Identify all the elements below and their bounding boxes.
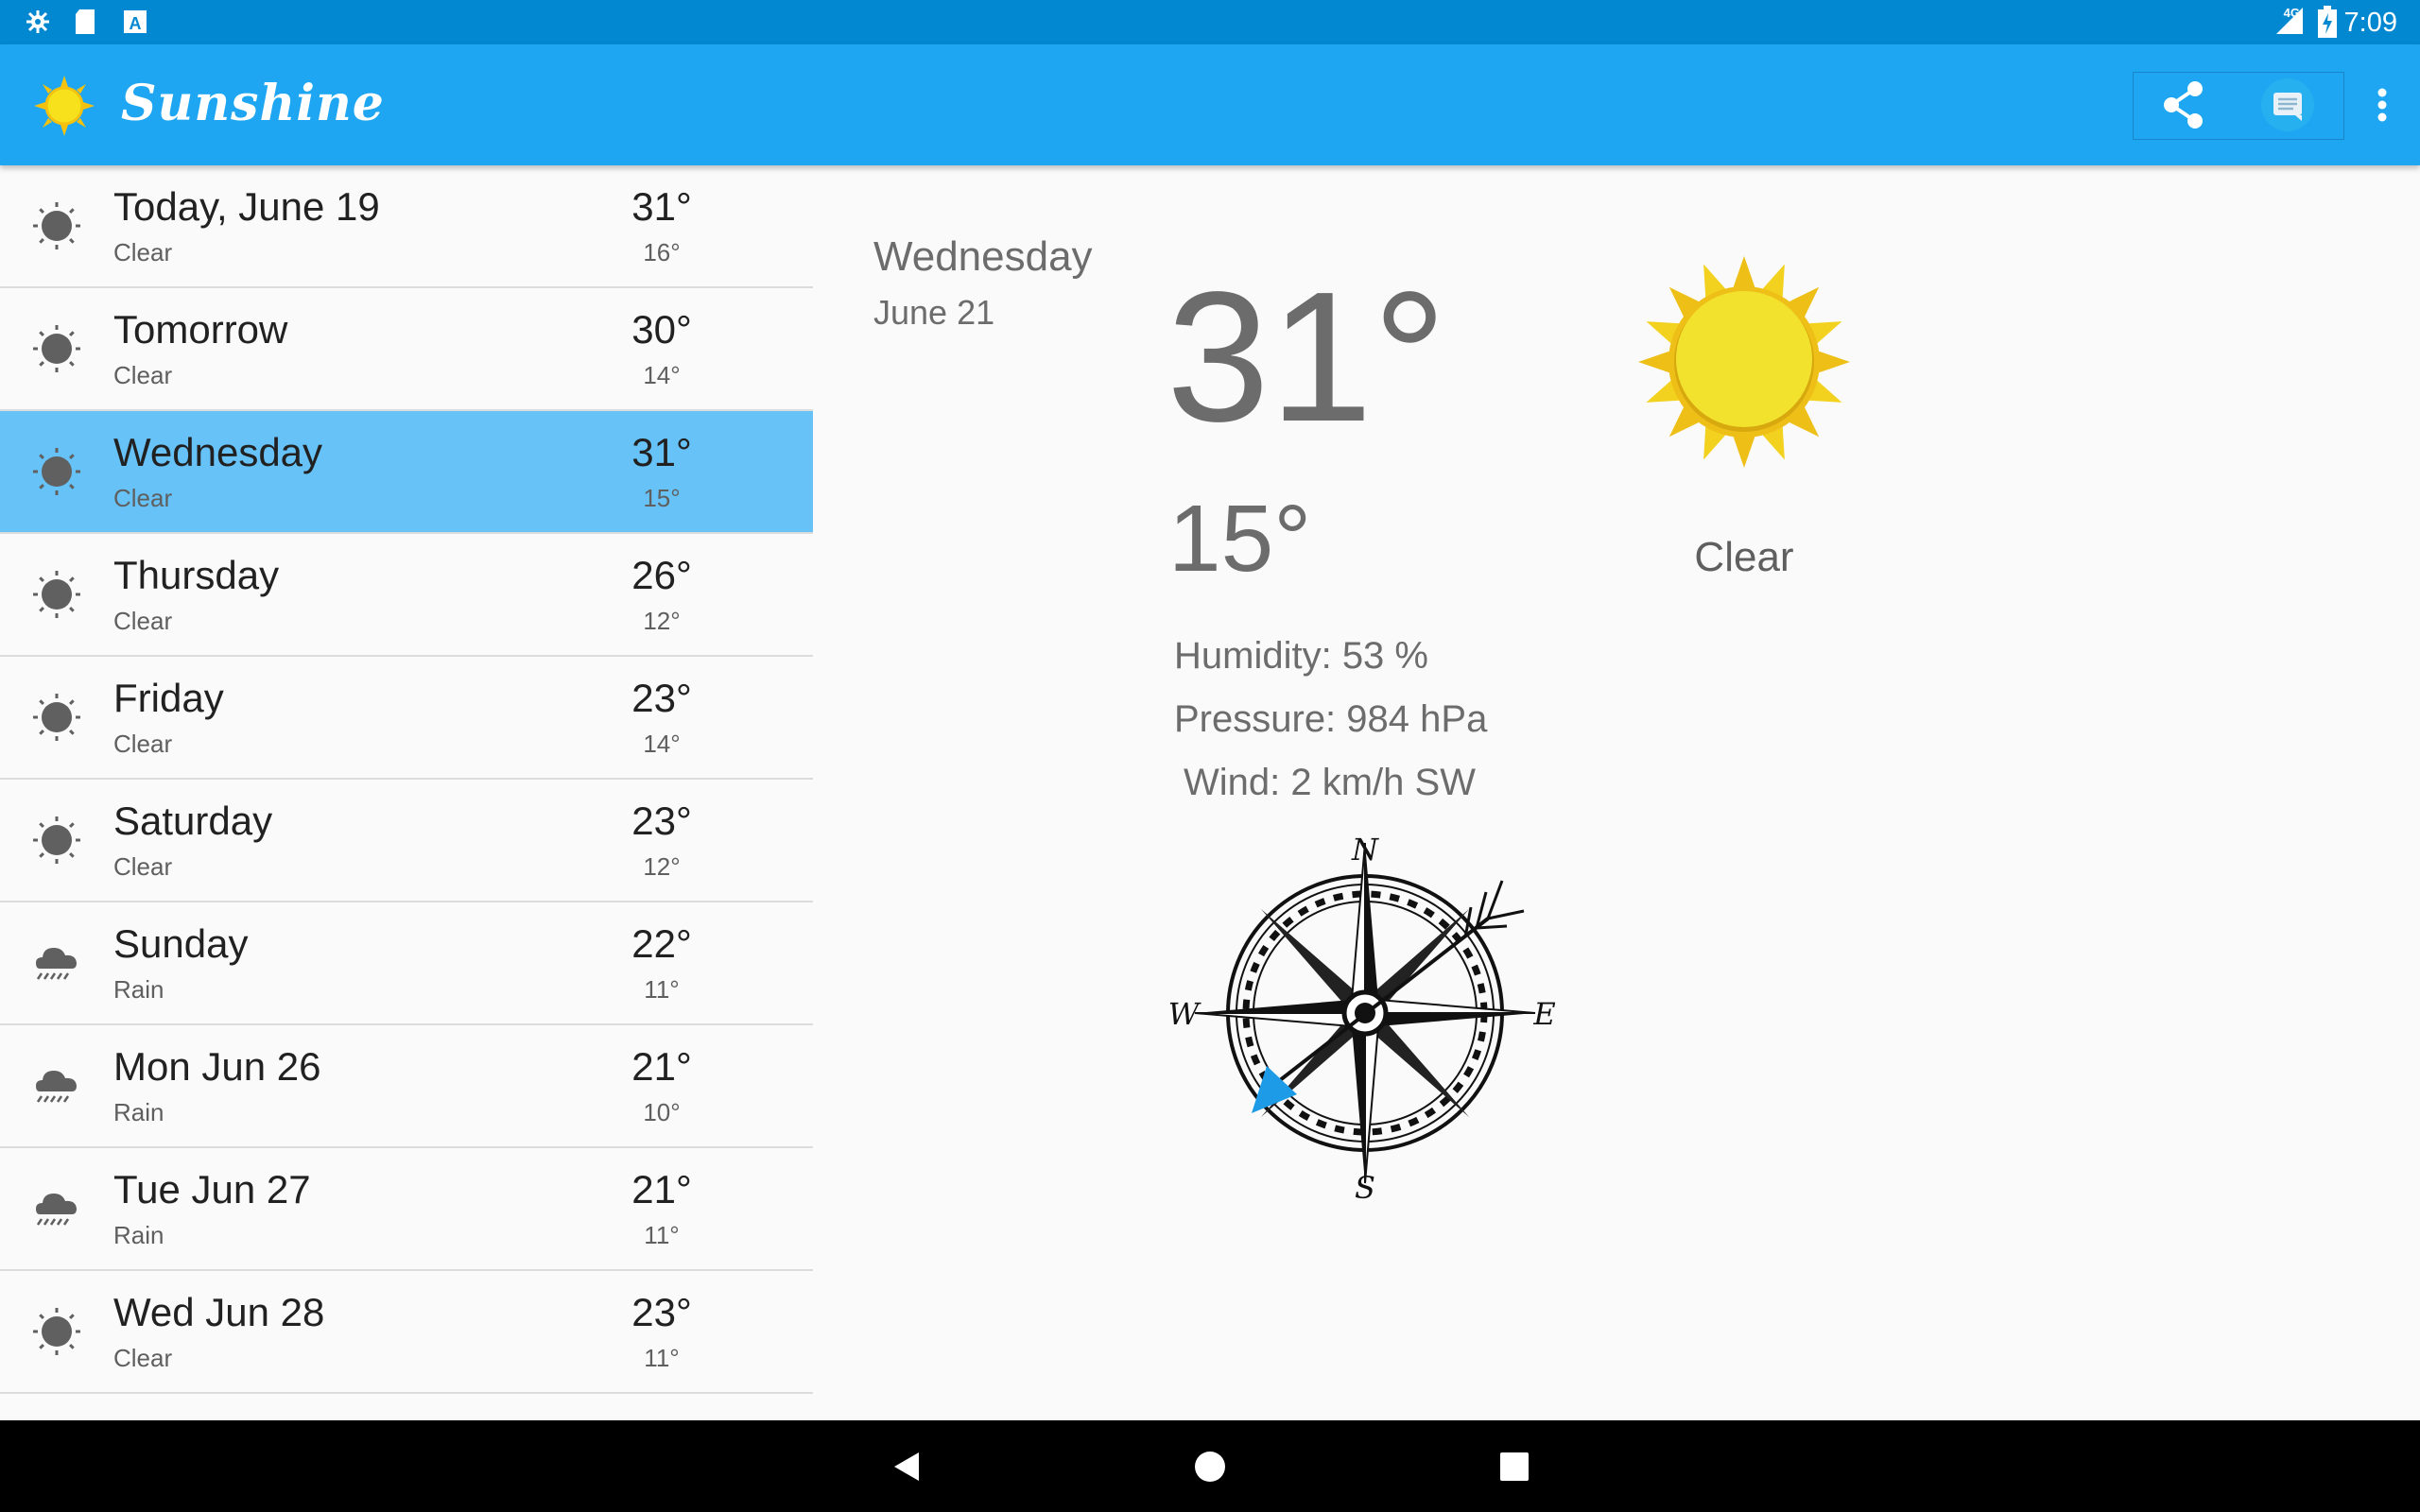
clear-icon [33, 448, 80, 495]
forecast-list[interactable]: Today, June 19 Clear 31° 16° Tomorrow Cl… [0, 165, 813, 1420]
compass-west: W [1168, 996, 1202, 1032]
forecast-low: 14° [643, 730, 681, 758]
forecast-low: 11° [644, 975, 680, 1004]
forecast-high: 23° [631, 676, 692, 720]
forecast-item[interactable]: Friday Clear 23° 14° [0, 657, 813, 780]
app-title: Sunshine [121, 75, 385, 132]
forecast-high: 23° [631, 799, 692, 843]
forecast-day: Thursday [113, 553, 280, 597]
sd-card-icon [76, 9, 95, 34]
forecast-day: Wed Jun 28 [113, 1290, 325, 1334]
forecast-item[interactable]: Tomorrow Clear 30° 14° [0, 288, 813, 411]
forecast-day: Tue Jun 27 [113, 1167, 311, 1211]
detail-date: June 21 [873, 293, 995, 332]
forecast-high: 31° [631, 430, 692, 474]
forecast-item[interactable]: Thursday Clear 26° 12° [0, 534, 813, 657]
forecast-condition: Clear [113, 484, 173, 512]
rain-icon [36, 948, 77, 980]
forecast-low: 12° [643, 852, 681, 881]
forecast-low: 12° [643, 607, 681, 635]
forecast-item[interactable]: Today, June 19 Clear 31° 16° [0, 165, 813, 288]
forecast-condition: Rain [113, 975, 164, 1004]
share-icon[interactable] [2155, 77, 2212, 133]
clear-icon [33, 325, 80, 372]
compass-east: E [1532, 996, 1555, 1032]
battery-charging-icon [2318, 6, 2337, 38]
forecast-low: 10° [643, 1098, 681, 1126]
forecast-high: 21° [631, 1167, 692, 1211]
clear-icon [33, 202, 80, 249]
humidity-label: Humidity: 53 % [1174, 635, 1428, 677]
detail-day: Wednesday [873, 233, 1093, 280]
forecast-condition: Clear [113, 238, 173, 266]
forecast-item[interactable]: Mon Jun 26 Rain 21° 10° [0, 1025, 813, 1148]
more-vert-icon[interactable] [2363, 77, 2401, 133]
rain-icon [36, 1194, 77, 1226]
forecast-high: 31° [631, 184, 692, 229]
forecast-day: Sunday [113, 921, 249, 966]
text-a-icon: A [124, 10, 147, 33]
forecast-high: 26° [631, 553, 692, 597]
wind-label: Wind: 2 km/h SW [1184, 762, 1476, 803]
forecast-condition: Rain [113, 1098, 164, 1126]
forecast-high: 22° [631, 921, 692, 966]
svg-text:A: A [130, 14, 142, 33]
clear-sun-icon [1638, 256, 1850, 468]
compass-north: N [1351, 832, 1379, 868]
clear-icon [33, 571, 80, 618]
forecast-item[interactable]: Wed Jun 28 Clear 23° 11° [0, 1271, 813, 1394]
detail-high-temp: 31° [1167, 253, 1447, 460]
forecast-day: Saturday [113, 799, 273, 843]
compass-south: S [1355, 1170, 1375, 1206]
forecast-low: 15° [643, 484, 681, 512]
detail-condition: Clear [1694, 534, 1794, 580]
forecast-high: 21° [631, 1044, 692, 1089]
forecast-day: Today, June 19 [113, 184, 380, 229]
forecast-condition: Clear [113, 361, 173, 389]
forecast-day: Tomorrow [113, 307, 288, 352]
settings-icon [26, 10, 49, 33]
navigation-bar [0, 1420, 2420, 1512]
forecast-high: 30° [631, 307, 692, 352]
forecast-item[interactable]: Tue Jun 27 Rain 21° 11° [0, 1148, 813, 1271]
app-bar: Sunshine [0, 44, 2420, 165]
forecast-condition: Clear [113, 607, 173, 635]
forecast-item[interactable]: Saturday Clear 23° 12° [0, 780, 813, 902]
status-bar: A 4G 7:09 [0, 0, 2420, 44]
detail-low-temp: 15° [1168, 486, 1312, 592]
wind-compass: N S E W [1168, 832, 1556, 1206]
clear-icon [33, 694, 80, 741]
forecast-high: 23° [631, 1290, 692, 1334]
clear-icon [33, 816, 80, 864]
forecast-condition: Clear [113, 1344, 173, 1372]
rain-icon [36, 1071, 77, 1103]
forecast-condition: Clear [113, 852, 173, 881]
clear-icon [33, 1308, 80, 1355]
forecast-low: 11° [644, 1221, 680, 1249]
forecast-low: 11° [644, 1344, 680, 1372]
forecast-day: Mon Jun 26 [113, 1044, 321, 1089]
sun-logo-icon [34, 76, 95, 136]
forecast-day: Friday [113, 676, 224, 720]
message-button[interactable] [2261, 78, 2314, 131]
recents-icon[interactable] [1489, 1441, 1540, 1492]
forecast-item[interactable]: Wednesday Clear 31° 15° [0, 411, 813, 534]
message-icon [2273, 93, 2302, 121]
forecast-low: 14° [643, 361, 681, 389]
status-time: 7:09 [2343, 8, 2397, 38]
forecast-day: Wednesday [113, 430, 323, 474]
pressure-label: Pressure: 984 hPa [1174, 698, 1488, 740]
back-icon[interactable] [881, 1441, 932, 1492]
forecast-low: 16° [643, 238, 681, 266]
forecast-condition: Clear [113, 730, 173, 758]
signal-icon [2276, 8, 2303, 34]
forecast-condition: Rain [113, 1221, 164, 1249]
home-icon[interactable] [1184, 1441, 1236, 1492]
forecast-item[interactable]: Sunday Rain 22° 11° [0, 902, 813, 1025]
